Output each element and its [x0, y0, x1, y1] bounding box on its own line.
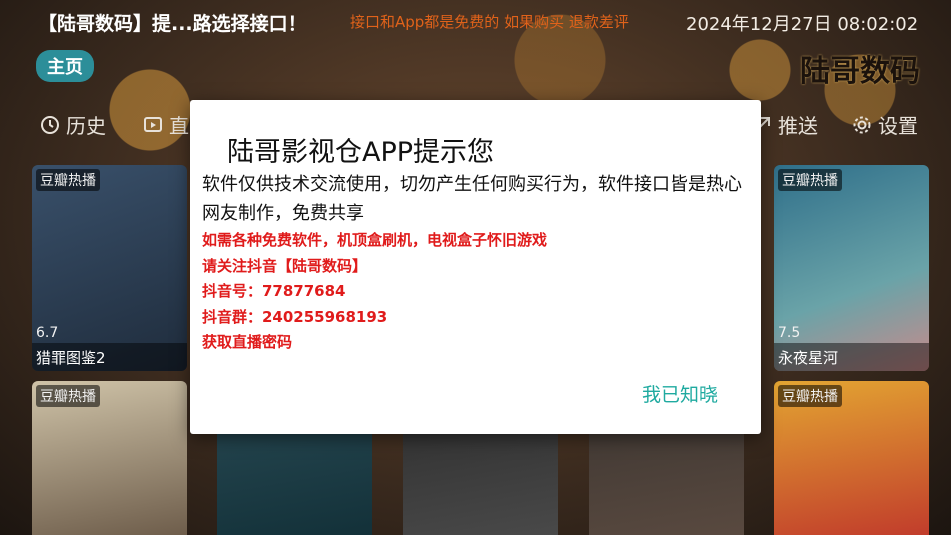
marquee-notice: 接口和App都是免费的 如果购买 退款差评 — [350, 13, 629, 31]
dialog-promo-line: 抖音号：77877684 — [202, 282, 346, 300]
nav-history-label: 历史 — [66, 114, 106, 138]
card-tag: 豆瓣热播 — [778, 169, 842, 191]
dialog-body: 软件仅供技术交流使用，切勿产生任何购买行为，软件接口皆是热心网友制作，免费共享 — [202, 174, 742, 224]
gear-icon — [852, 115, 872, 135]
card-title: 猎罪图鉴2 — [32, 343, 187, 371]
dialog-promo: 如需各种免费软件，机顶盒刷机，电视盒子怀旧游戏 请关注抖音【陆哥数码】 抖音号：… — [202, 228, 547, 356]
nav-settings[interactable]: 设置 — [852, 110, 918, 139]
card-score: 6.7 — [36, 325, 59, 341]
live-tv-icon — [143, 115, 163, 135]
nav-push[interactable]: 推送 — [752, 110, 818, 139]
media-card[interactable]: 豆瓣热播 6.7 猎罪图鉴2 — [32, 165, 187, 371]
dialog-promo-line: 请关注抖音【陆哥数码】 — [202, 256, 368, 275]
nav-live-label: 直 — [169, 114, 189, 138]
nav-push-label: 推送 — [778, 114, 818, 138]
history-icon — [40, 115, 60, 135]
datetime: 2024年12月27日 08:02:02 — [686, 14, 919, 35]
card-score: 7.5 — [778, 325, 801, 341]
media-card[interactable]: 豆瓣热播 7.5 永夜星河 — [774, 165, 929, 371]
card-title: 永夜星河 — [774, 343, 929, 371]
top-bar: 【陆哥数码】提...路选择接口！ 接口和App都是免费的 如果购买 退款差评 2… — [0, 0, 951, 46]
nav-history[interactable]: 历史 — [40, 110, 106, 139]
media-card[interactable]: 豆瓣热播 — [32, 381, 187, 535]
acknowledge-button[interactable]: 我已知晓 — [642, 380, 718, 407]
card-tag: 豆瓣热播 — [36, 385, 100, 407]
dialog-title: 陆哥影视仓APP提示您 — [227, 137, 495, 168]
nav-settings-label: 设置 — [878, 114, 918, 138]
dialog-promo-line: 获取直播密码 — [202, 333, 293, 351]
nav-live[interactable]: 直 — [143, 110, 189, 139]
brand-logo: 陆哥数码 — [800, 54, 920, 89]
app-title: 【陆哥数码】提...路选择接口！ — [38, 13, 307, 35]
home-tab[interactable]: 主页 — [36, 50, 94, 82]
dialog-promo-line: 抖音群：240255968193 — [202, 307, 388, 326]
media-card[interactable]: 豆瓣热播 — [774, 381, 929, 535]
notice-dialog: 陆哥影视仓APP提示您 软件仅供技术交流使用，切勿产生任何购买行为，软件接口皆是… — [190, 100, 761, 434]
dialog-promo-line: 如需各种免费软件，机顶盒刷机，电视盒子怀旧游戏 — [202, 231, 548, 249]
card-tag: 豆瓣热播 — [778, 385, 842, 407]
card-tag: 豆瓣热播 — [36, 169, 100, 191]
